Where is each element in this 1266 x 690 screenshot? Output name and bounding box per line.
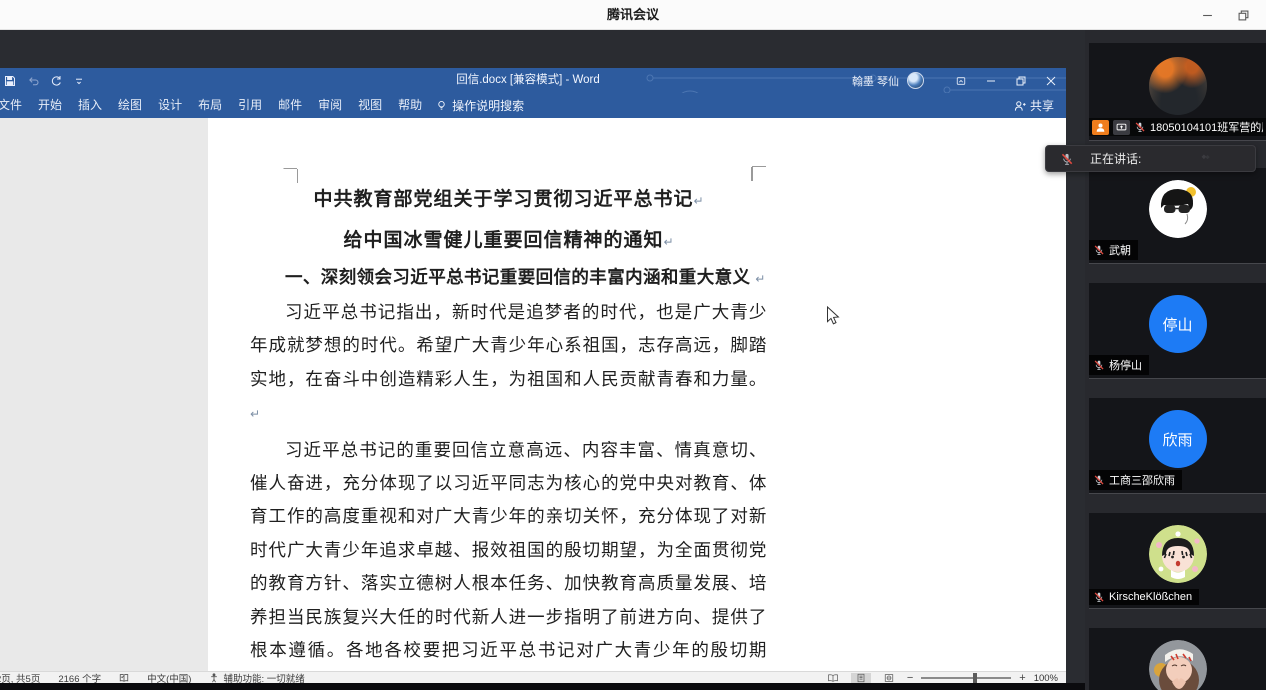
screen-share-badge <box>1113 120 1130 135</box>
word-close-button[interactable] <box>1036 68 1066 93</box>
participant-avatar-cartoon <box>1149 180 1207 238</box>
participant-avatar-seascape <box>1149 57 1207 115</box>
speaking-indicator-toast: 正在讲话: <box>1045 145 1256 172</box>
shared-screen-bottom-edge <box>0 683 1085 690</box>
participant-name: 杨停山 <box>1109 357 1142 373</box>
document-text: 中共教育部党组关于学习贯彻习近平总书记↵ 给中国冰雪健儿重要回信精神的通知↵ 一… <box>250 180 767 671</box>
print-layout-button[interactable] <box>851 673 871 684</box>
paragraph-mark: ↵ <box>250 407 260 421</box>
sharer-name-row: 18050104101班军营的屏幕共享 <box>1089 118 1266 136</box>
doc-title-line-1: 中共教育部党组关于学习贯彻习近平总书记↵ <box>250 180 767 221</box>
word-document-area: 中共教育部党组关于学习贯彻习近平总书记↵ 给中国冰雪健儿重要回信精神的通知↵ 一… <box>0 118 1066 671</box>
web-layout-button[interactable] <box>879 673 899 684</box>
proofing-book-icon <box>119 673 129 683</box>
participant-nameplate: KirscheKlößchen <box>1089 589 1199 605</box>
participant-tile[interactable]: 武朝 <box>1089 168 1266 263</box>
tell-me-search[interactable]: 操作说明搜索 <box>436 97 524 114</box>
participant-nameplate: 工商三邵欣雨 <box>1089 470 1182 490</box>
tab-help[interactable]: 帮助 <box>390 93 430 118</box>
participant-tile[interactable]: KirscheKlößchen <box>1089 513 1266 608</box>
meeting-logo-watermark <box>1199 150 1213 164</box>
word-share-label: 共享 <box>1030 97 1054 114</box>
participant-name: 工商三邵欣雨 <box>1109 472 1175 488</box>
tab-mailings[interactable]: 邮件 <box>270 93 310 118</box>
app-minimize-button[interactable] <box>1190 0 1224 30</box>
mic-muted-icon <box>1093 359 1105 371</box>
share-person-icon <box>1014 100 1026 112</box>
screen-share-icon <box>1116 122 1127 133</box>
tab-references[interactable]: 引用 <box>230 93 270 118</box>
mic-muted-icon <box>1060 152 1074 166</box>
participant-tile-sharer[interactable]: 18050104101班军营的屏幕共享 <box>1089 43 1266 140</box>
ribbon-display-options-button[interactable] <box>946 68 976 93</box>
participant-avatar-maruko <box>1149 525 1207 583</box>
zoom-level[interactable]: 100% <box>1034 673 1058 684</box>
tab-draw[interactable]: 绘图 <box>110 93 150 118</box>
person-icon <box>1095 122 1106 133</box>
word-ribbon-tabs: 文件 开始 插入 绘图 设计 布局 引用 邮件 审阅 视图 帮助 操作说明搜索 <box>0 93 1066 118</box>
accessibility-icon <box>209 673 219 683</box>
tencent-meeting-titlebar: 腾讯会议 <box>0 0 1266 30</box>
participants-sidebar: 18050104101班军营的屏幕共享 <box>1085 30 1266 690</box>
host-badge <box>1092 120 1109 135</box>
tab-view[interactable]: 视图 <box>350 93 390 118</box>
paragraph-mark: ↵ <box>755 272 765 286</box>
mic-muted-icon <box>1134 121 1146 133</box>
lightbulb-icon <box>436 100 447 111</box>
proofing-status[interactable] <box>119 673 129 683</box>
tab-review[interactable]: 审阅 <box>310 93 350 118</box>
zoom-slider-thumb[interactable] <box>973 673 977 683</box>
tab-insert[interactable]: 插入 <box>70 93 110 118</box>
tab-layout[interactable]: 布局 <box>190 93 230 118</box>
tab-design[interactable]: 设计 <box>150 93 190 118</box>
zoom-out-button[interactable]: − <box>907 673 913 683</box>
mic-muted-icon <box>1093 474 1105 486</box>
tab-home[interactable]: 开始 <box>30 93 70 118</box>
participant-nameplate: 杨停山 <box>1089 355 1149 375</box>
word-titlebar: 回信.docx [兼容模式] - Word 翰墨 琴仙 <box>0 68 1066 93</box>
word-account-name[interactable]: 翰墨 琴仙 <box>852 73 899 89</box>
tell-me-search-label: 操作说明搜索 <box>452 97 524 114</box>
word-window: 回信.docx [兼容模式] - Word 翰墨 琴仙 <box>0 68 1066 683</box>
participant-tile[interactable]: 停山 杨停山 <box>1089 283 1266 378</box>
speaking-label: 正在讲话: <box>1090 150 1141 167</box>
word-status-bar: 2页, 共5页 2166 个字 中文(中国) 辅助功能: 一切就绪 <box>0 671 1066 683</box>
doc-paragraph-1: 习近平总书记指出，新时代是追梦者的时代，也是广大青少年成就梦想的时代。希望广大青… <box>250 296 767 432</box>
paragraph-mark: ↵ <box>693 194 703 208</box>
mic-muted-icon <box>1093 244 1105 256</box>
document-page[interactable]: 中共教育部党组关于学习贯彻习近平总书记↵ 给中国冰雪健儿重要回信精神的通知↵ 一… <box>208 118 1066 671</box>
participant-name: 18050104101班军营的屏幕共享 <box>1150 119 1263 135</box>
doc-heading: 一、深刻领会习近平总书记重要回信的丰富内涵和重大意义 ↵ <box>250 262 767 294</box>
paragraph-mark: ↵ <box>663 235 673 249</box>
word-minimize-button[interactable] <box>976 68 1006 93</box>
word-restore-button[interactable] <box>1006 68 1036 93</box>
zoom-in-button[interactable]: + <box>1019 673 1025 683</box>
word-window-controls: 翰墨 琴仙 <box>852 68 1066 93</box>
participant-avatar-photo <box>1149 640 1207 690</box>
zoom-slider[interactable] <box>921 677 1011 679</box>
participant-avatar-initials: 欣雨 <box>1149 410 1207 468</box>
meeting-shared-screen: 回信.docx [兼容模式] - Word 翰墨 琴仙 <box>0 0 1266 690</box>
word-share-button[interactable]: 共享 <box>1014 93 1054 118</box>
participant-tile[interactable]: 欣雨 工商三邵欣雨 <box>1089 398 1266 493</box>
participant-nameplate: 武朝 <box>1089 240 1138 260</box>
participant-avatar-initials: 停山 <box>1149 295 1207 353</box>
tab-file[interactable]: 文件 <box>0 93 30 118</box>
app-title: 腾讯会议 <box>0 0 1266 30</box>
doc-title-line-2: 给中国冰雪健儿重要回信精神的通知↵ <box>250 221 767 262</box>
participant-tile[interactable] <box>1089 628 1266 690</box>
participant-name: 武朝 <box>1109 242 1131 258</box>
doc-paragraph-2: 习近平总书记的重要回信立意高远、内容丰富、情真意切、催人奋进，充分体现了以习近平… <box>250 434 767 671</box>
page-margin-mark-right <box>752 166 766 180</box>
app-restore-button[interactable] <box>1226 0 1260 30</box>
read-mode-button[interactable] <box>823 673 843 684</box>
word-account-avatar[interactable] <box>907 72 924 89</box>
participant-name: KirscheKlößchen <box>1109 591 1192 603</box>
mic-muted-icon <box>1093 591 1105 603</box>
